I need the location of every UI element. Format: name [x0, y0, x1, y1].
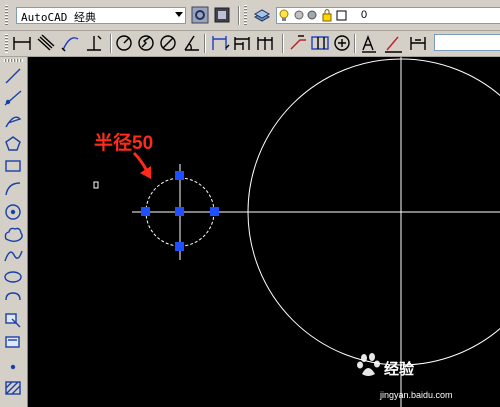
dimension-edit-icon	[362, 35, 376, 53]
arc-icon	[5, 182, 21, 196]
toolbar-grip[interactable]	[5, 5, 8, 25]
draw-toolbar	[0, 57, 28, 407]
quick-dimension-icon	[212, 36, 230, 50]
line-icon	[5, 68, 21, 84]
toolbar-separator	[282, 34, 284, 53]
watermark-url: jingyan.baidu.com	[380, 390, 453, 400]
dimension-toolbar	[0, 31, 500, 57]
jogged-icon	[138, 35, 154, 51]
grip-bottom[interactable]	[175, 242, 184, 251]
quick-leader-icon	[290, 35, 306, 50]
color-swatch-icon	[336, 10, 347, 21]
toolbar-grip[interactable]	[5, 34, 8, 53]
grip-top[interactable]	[175, 171, 184, 180]
spline-icon	[4, 250, 23, 262]
ellipse-arc-icon	[5, 292, 21, 301]
point-icon	[10, 364, 16, 370]
chevron-down-icon[interactable]	[175, 12, 183, 17]
revision-cloud-icon	[4, 227, 23, 242]
diameter-icon	[160, 35, 176, 51]
radius-annotation: 半径50	[94, 133, 154, 154]
linear-dimension-icon	[13, 37, 31, 50]
layer-properties-icon[interactable]	[253, 6, 271, 24]
polyline-icon	[5, 116, 22, 128]
circle-icon	[5, 204, 21, 220]
layer-select[interactable]: 0	[276, 7, 500, 24]
grip-center[interactable]	[175, 207, 184, 216]
grip-left[interactable]	[141, 207, 150, 216]
dimension-icons[interactable]	[12, 31, 442, 56]
toolbar-separator	[204, 34, 206, 53]
hatch-icon	[5, 381, 21, 395]
workspace-value: AutoCAD 经典	[21, 11, 96, 24]
toolbar-separator	[238, 6, 240, 25]
workspace-settings-icon[interactable]	[191, 6, 209, 24]
polygon-icon	[5, 136, 21, 151]
ellipse-icon	[4, 271, 22, 283]
watermark-brand: 经验	[384, 361, 415, 378]
tolerance-icon	[311, 36, 329, 50]
dimension-style-select[interactable]	[434, 34, 500, 51]
standard-toolbar: AutoCAD 经典 0	[0, 0, 500, 31]
toolbar-separator	[110, 34, 112, 53]
dimension-text-edit-icon	[385, 36, 402, 53]
grip-right[interactable]	[210, 207, 219, 216]
aligned-dimension-icon	[37, 34, 55, 51]
baidu-paw-logo	[357, 353, 380, 376]
workspace-select[interactable]: AutoCAD 经典	[16, 7, 186, 24]
lock-icon	[322, 9, 332, 22]
insert-block-icon	[5, 313, 21, 328]
construction-line-icon	[4, 90, 22, 106]
rectangle-icon	[5, 160, 21, 172]
radius-icon	[116, 35, 132, 51]
make-block-icon	[5, 336, 20, 348]
lightbulb-icon	[279, 9, 289, 21]
freeze-icon	[307, 10, 317, 20]
drawing-canvas[interactable]	[28, 57, 500, 407]
cursor-pickbox	[93, 181, 99, 189]
center-mark-icon	[334, 35, 350, 51]
ordinate-icon	[87, 35, 102, 51]
baseline-icon	[234, 37, 250, 50]
continue-icon	[257, 37, 273, 50]
dimension-update-icon	[410, 37, 426, 50]
arc-length-icon	[61, 37, 79, 52]
customize-icon[interactable]	[213, 6, 231, 24]
angular-icon	[184, 35, 199, 51]
layer-name: 0	[361, 9, 368, 21]
sun-icon	[294, 10, 304, 20]
toolbar-separator	[354, 34, 356, 53]
toolbar-grip[interactable]	[244, 5, 247, 25]
